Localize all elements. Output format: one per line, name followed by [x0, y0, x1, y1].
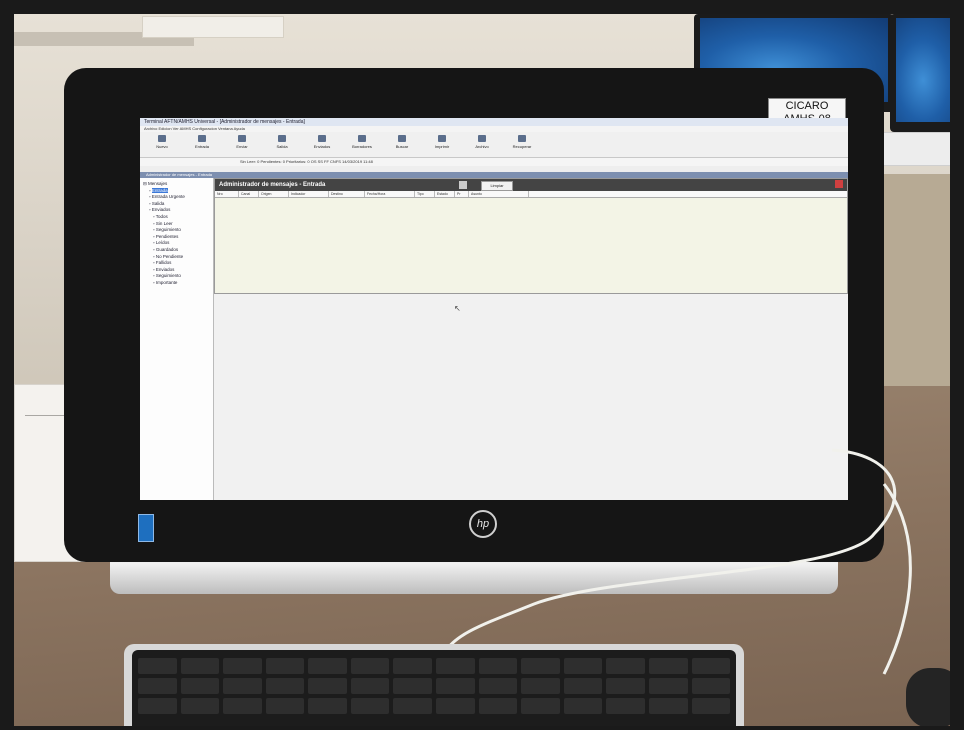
key-row — [138, 698, 731, 714]
photo-scene: hp CICARO AMHS-08 Terminal AFTN/AMHS Uni… — [14, 14, 950, 726]
key-row — [138, 678, 731, 694]
usb-cable — [442, 448, 912, 675]
keyboard-keys — [132, 650, 736, 726]
keyboard[interactable] — [124, 644, 744, 726]
key-row — [138, 658, 731, 674]
computer-mouse[interactable] — [906, 668, 950, 726]
